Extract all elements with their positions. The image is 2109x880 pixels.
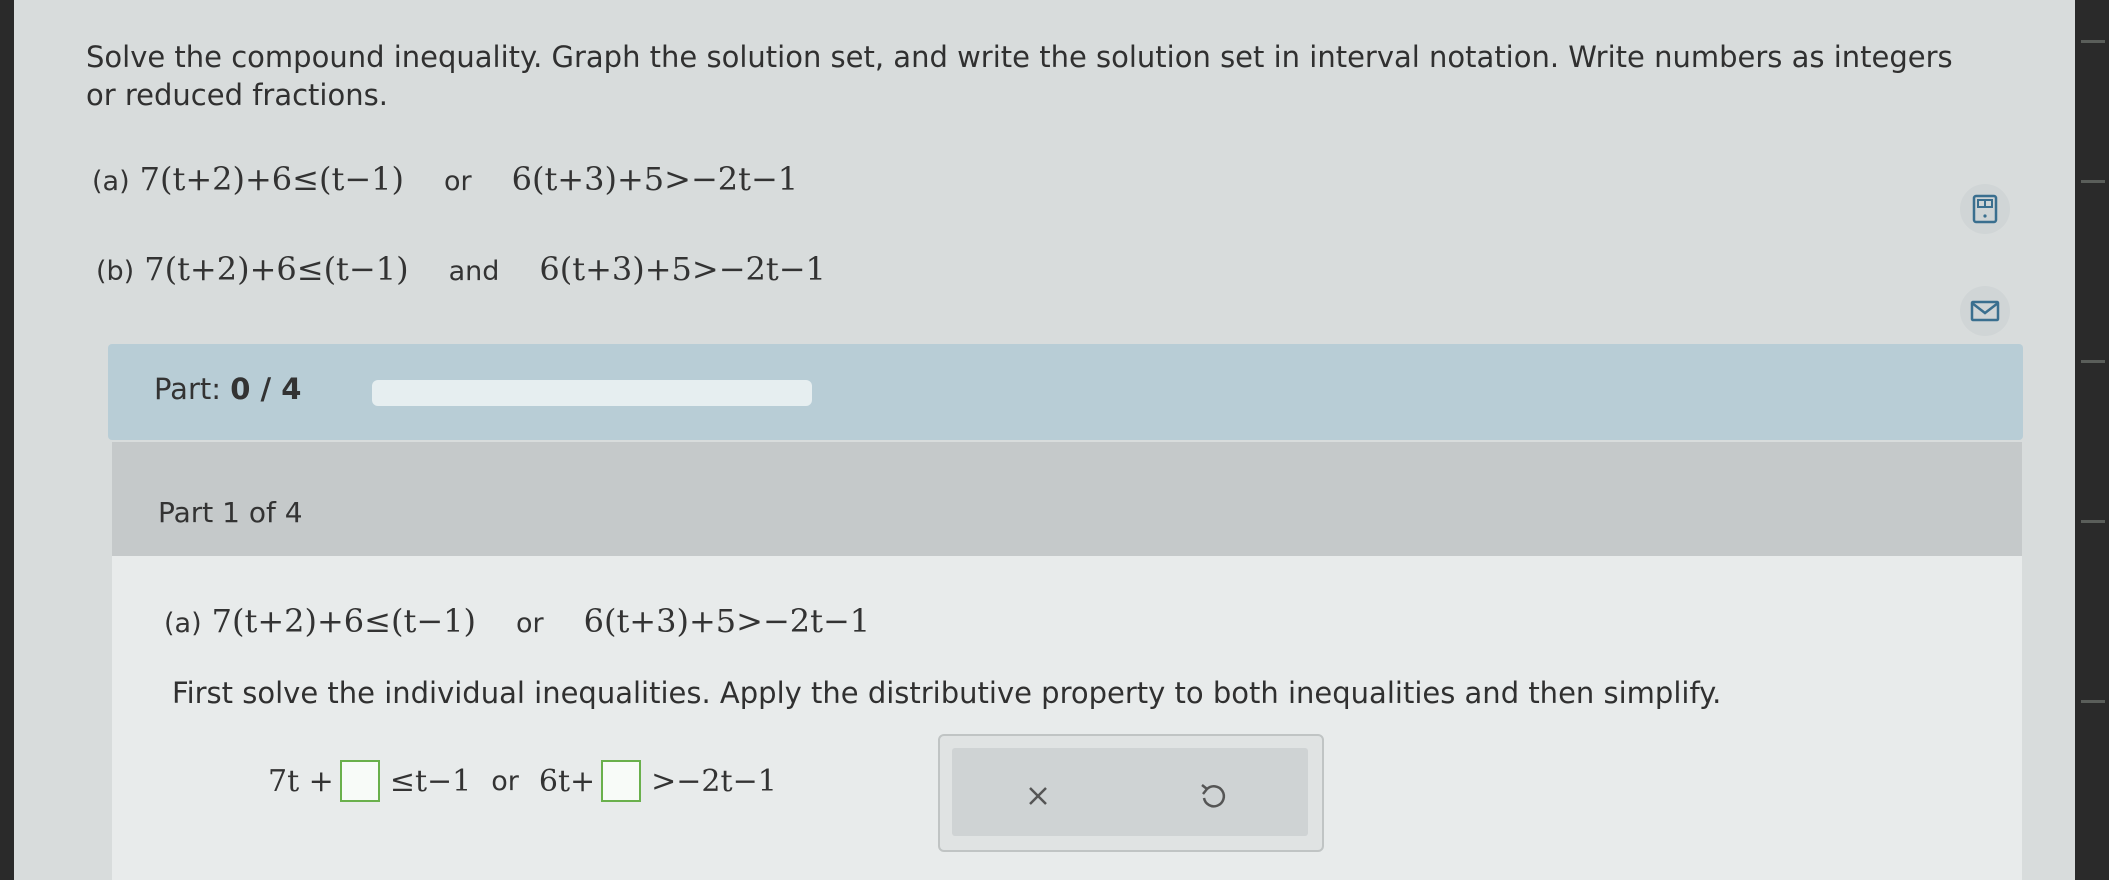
step-instructions: First solve the individual inequalities.… (172, 676, 1722, 710)
mail-icon (1970, 300, 2000, 322)
screen: Solve the compound inequality. Graph the… (0, 0, 2075, 880)
problem-b-left: 7(t+2)+6≤(t−1) (144, 250, 409, 288)
bezel-texture (2081, 360, 2105, 363)
part-problem-label: (a) (164, 608, 202, 639)
message-button[interactable] (1960, 286, 2010, 336)
bezel-texture (2081, 40, 2105, 43)
part-progress-label: Part: 0 / 4 (154, 372, 301, 406)
calculator-icon (1972, 194, 1998, 224)
answer-line: 7t + ≤t−1 or 6t+ >−2t−1 (268, 760, 777, 802)
problem-a-conjunction: or (443, 166, 472, 197)
bezel-texture (2081, 520, 2105, 523)
part-progress-value: 0 / 4 (230, 372, 302, 406)
problem-a-right: 6(t+3)+5>−2t−1 (511, 160, 799, 198)
answer-input-2[interactable] (601, 760, 642, 802)
clear-button[interactable] (1018, 776, 1058, 816)
problem-b-conjunction: and (448, 256, 500, 287)
problem-b: (b) 7(t+2)+6≤(t−1) and 6(t+3)+5>−2t−1 (96, 250, 826, 288)
answer-right-suffix: >−2t−1 (651, 763, 777, 799)
right-bezel (2075, 0, 2109, 880)
answer-tools-inner (952, 748, 1308, 836)
bezel-texture (2081, 700, 2105, 703)
part-problem-left: 7(t+2)+6≤(t−1) (211, 602, 476, 640)
part-progress-bar: Part: 0 / 4 (108, 344, 2023, 440)
problem-b-right: 6(t+3)+5>−2t−1 (539, 250, 826, 288)
answer-left-suffix: ≤t−1 (389, 763, 472, 799)
undo-icon (1201, 784, 1226, 808)
progress-track (372, 380, 812, 406)
answer-right-prefix: 6t+ (538, 763, 596, 799)
bezel-texture (2081, 180, 2105, 183)
part-problem-right: 6(t+3)+5>−2t−1 (583, 602, 871, 640)
answer-left-prefix: 7t + (268, 763, 334, 799)
problem-a-left: 7(t+2)+6≤(t−1) (139, 160, 404, 198)
undo-button[interactable] (1192, 776, 1232, 816)
problem-a-label: (a) (92, 166, 130, 197)
part-header: Part 1 of 4 (112, 442, 2022, 556)
calculator-button[interactable] (1960, 184, 2010, 234)
part-problem-conjunction: or (515, 608, 544, 639)
left-bezel (0, 0, 14, 880)
problem-a: (a) 7(t+2)+6≤(t−1) or 6(t+3)+5>−2t−1 (92, 160, 798, 198)
problem-b-label: (b) (96, 256, 135, 287)
answer-input-1[interactable] (339, 760, 380, 802)
close-icon (1029, 787, 1047, 805)
part-progress-caption: Part: (154, 372, 222, 406)
answer-tools-panel (938, 734, 1324, 852)
instructions-text: Solve the compound inequality. Graph the… (86, 40, 1953, 112)
part-title: Part 1 of 4 (158, 496, 303, 529)
part-problem: (a) 7(t+2)+6≤(t−1) or 6(t+3)+5>−2t−1 (164, 602, 870, 640)
answer-conjunction: or (491, 765, 519, 797)
